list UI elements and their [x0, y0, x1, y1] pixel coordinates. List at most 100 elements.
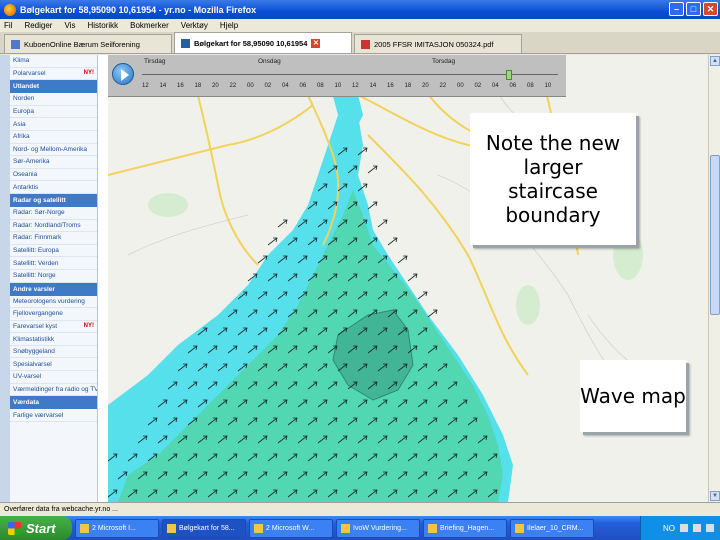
sidebar-item[interactable]: Norden	[10, 93, 97, 106]
windows-flag-icon	[8, 521, 21, 535]
window-title: Bølgekart for 58,95090 10,61954 - yr.no …	[20, 4, 257, 15]
hour-tick-label: 00	[247, 83, 254, 89]
sidebar-item[interactable]: Fjellovergangene	[10, 308, 97, 321]
timeline-track	[142, 74, 558, 75]
window-titlebar[interactable]: Bølgekart for 58,95090 10,61954 - yr.no …	[0, 0, 720, 19]
scroll-thumb[interactable]	[710, 155, 720, 315]
status-text: Overfører data fra webcache.yr.no ...	[4, 506, 118, 513]
hour-tick-label: 22	[229, 83, 237, 89]
taskbar-item[interactable]: Ilelaer_10_CRM...	[510, 518, 594, 538]
tab-close-icon[interactable]: ✕	[311, 38, 321, 48]
callout-staircase: Note the new larger staircase boundary	[470, 113, 636, 245]
sidebar-item[interactable]: Satellitt: Europa	[10, 245, 97, 258]
sidebar-item[interactable]: Meteorologens vurdering	[10, 296, 97, 309]
sidebar-item[interactable]: Afrika	[10, 131, 97, 144]
app-icon	[167, 523, 176, 533]
play-button[interactable]	[112, 63, 134, 85]
hour-tick-label: 02	[474, 83, 482, 89]
hour-tick-label: 10	[544, 83, 552, 89]
yr-logo-icon	[181, 38, 190, 48]
pdf-icon	[361, 39, 370, 49]
hour-tick-label: 10	[334, 83, 342, 89]
close-window-button[interactable]: ✕	[703, 2, 718, 16]
app-icon	[515, 523, 524, 533]
sidebar-item[interactable]: Radar: Nordland/Troms	[10, 220, 97, 233]
volume-icon[interactable]	[693, 524, 701, 532]
vertical-scrollbar[interactable]: ▲ ▼	[708, 55, 720, 502]
hour-tick-label: 06	[509, 83, 517, 89]
timeline-handle[interactable]	[506, 70, 512, 80]
sidebar-item[interactable]: Klimastatistikk	[10, 333, 97, 346]
start-button[interactable]: Start	[0, 516, 72, 540]
system-tray: NO	[640, 516, 720, 540]
tab-bar: KuboenOnline Bærum Seilforening Bølgekar…	[0, 32, 720, 54]
sidebar-item[interactable]: Asia	[10, 118, 97, 131]
app-icon	[341, 523, 350, 533]
scroll-down-icon[interactable]: ▼	[710, 491, 720, 501]
taskbar-item[interactable]: Briefing_Hagen...	[423, 518, 507, 538]
sidebar-item[interactable]: Værmeldinger fra radio og TV	[10, 384, 97, 397]
taskbar-item[interactable]: Bølgekart for 58...	[162, 518, 246, 538]
sidebar-item[interactable]: Snøbyggeland	[10, 346, 97, 359]
menu-bokmerker[interactable]: Bokmerker	[130, 21, 169, 30]
tab-bolgekart[interactable]: Bølgekart for 58,95090 10,61954 ✕	[174, 32, 352, 53]
minimize-button[interactable]: –	[669, 2, 684, 16]
taskbar-item[interactable]: 2 Microsoft W...	[249, 518, 333, 538]
sidebar-item[interactable]: Spesialvarsel	[10, 358, 97, 372]
sidebar-item[interactable]: Radar: Finnmark	[10, 232, 97, 245]
hour-tick-label: 16	[387, 83, 394, 89]
sidebar-item[interactable]: Farlige værvarsel	[10, 409, 97, 422]
time-slider[interactable]: Tirsdag Onsdag Torsdag 12 14 16 18 20 22 00 02 0…	[108, 55, 566, 97]
sidebar-section-header: Radar og satellitt	[10, 193, 97, 207]
hour-tick-label: 02	[264, 83, 272, 89]
day-label: Onsdag	[258, 58, 281, 65]
sidebar-section-header: Andre varsler	[10, 282, 97, 296]
sidebar-item[interactable]: Sør-Amerika	[10, 156, 97, 169]
firefox-icon	[4, 3, 16, 16]
new-badge: NY!	[83, 323, 94, 330]
sidebar-item[interactable]: Satellitt: Norge	[10, 270, 97, 283]
hour-tick-label: 22	[439, 83, 447, 89]
sidebar-item[interactable]: Klima	[10, 55, 97, 68]
scroll-up-icon[interactable]: ▲	[710, 56, 720, 66]
security-icon[interactable]	[706, 524, 714, 532]
tab-pdf[interactable]: 2005 FFSR IMITASJON 050324.pdf	[354, 34, 522, 53]
new-badge: NY!	[83, 70, 94, 77]
sidebar-item[interactable]: Oseania	[10, 169, 97, 182]
sidebar-nav: Klima Polarvarsel NY! Utlandet Norden Europa A…	[10, 55, 98, 502]
sidebar-section-header: Utlandet	[10, 80, 97, 94]
menu-vis[interactable]: Vis	[64, 21, 75, 30]
page-icon	[11, 39, 20, 49]
app-icon	[80, 523, 89, 533]
sidebar-item[interactable]: Polarvarsel NY!	[10, 68, 97, 81]
hour-tick-label: 04	[282, 83, 289, 89]
sidebar-item[interactable]: UV-varsel	[10, 371, 97, 384]
network-icon[interactable]	[680, 524, 688, 532]
menu-hjelp[interactable]: Hjelp	[220, 21, 238, 30]
taskbar-item[interactable]: 2 Microsoft I...	[75, 518, 159, 538]
menu-rediger[interactable]: Rediger	[24, 21, 52, 30]
hour-tick-label: 16	[177, 83, 184, 89]
page-content: Klima Polarvarsel NY! Utlandet Norden Europa A…	[0, 55, 720, 502]
hour-tick-label: 14	[159, 83, 167, 89]
day-label: Torsdag	[432, 58, 456, 65]
menu-verktoy[interactable]: Verktøy	[181, 21, 208, 30]
sidebar-item[interactable]: Radar: Sør-Norge	[10, 207, 97, 220]
sidebar-item[interactable]: Farevarsel kyst NY!	[10, 321, 97, 334]
sidebar-item[interactable]: Satellitt: Verden	[10, 257, 97, 270]
language-indicator[interactable]: NO	[663, 524, 675, 533]
callout-wave-map: Wave map	[580, 360, 686, 432]
taskbar-item[interactable]: IvoW Vurdering...	[336, 518, 420, 538]
menu-historikk[interactable]: Historikk	[87, 21, 118, 30]
tab-kuboen[interactable]: KuboenOnline Bærum Seilforening	[4, 34, 172, 53]
sidebar-item[interactable]: Nord- og Mellom-Amerika	[10, 144, 97, 157]
hour-tick-label: 04	[492, 83, 499, 89]
left-margin	[0, 55, 10, 502]
menu-fil[interactable]: Fil	[4, 21, 12, 30]
sidebar-item[interactable]: Europa	[10, 106, 97, 119]
hour-tick-label: 08	[527, 83, 534, 89]
hour-tick-label: 00	[457, 83, 464, 89]
maximize-button[interactable]: □	[686, 2, 701, 16]
sidebar-item[interactable]: Antarktis	[10, 181, 97, 194]
hour-tick-label: 20	[422, 83, 429, 89]
